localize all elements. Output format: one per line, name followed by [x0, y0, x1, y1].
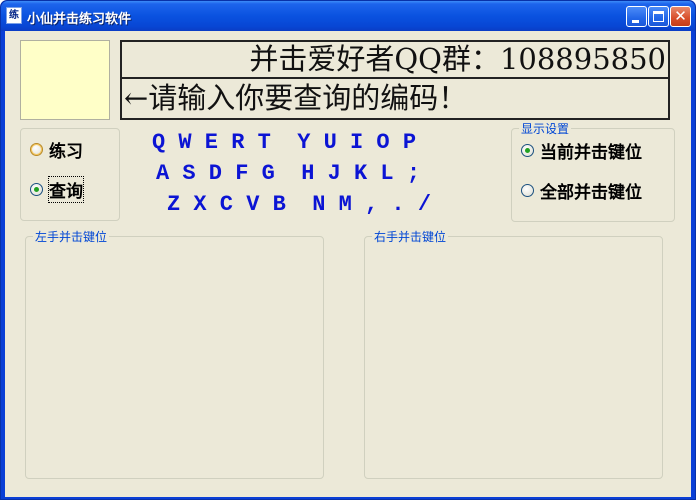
all-keys-radio[interactable] — [521, 183, 534, 197]
query-radio[interactable] — [30, 182, 43, 196]
qq-group-banner: 并击爱好者QQ群：108895850 — [120, 40, 670, 79]
left-hand-title: 左手并击键位 — [33, 230, 110, 244]
keyboard-row-bottom: Z X C V B N M , . / — [167, 192, 432, 217]
query-label: 查询 — [48, 175, 84, 203]
mode-option-practice[interactable]: 练习 — [30, 138, 83, 162]
current-keys-label: 当前并击键位 — [540, 142, 642, 163]
practice-label: 练习 — [49, 141, 83, 162]
keyboard-row-top: Q W E R T Y U I O P — [152, 130, 417, 155]
maximize-button[interactable] — [648, 6, 669, 27]
right-hand-title: 右手并击键位 — [372, 230, 449, 244]
minimize-button[interactable] — [626, 6, 647, 27]
minimize-icon — [632, 20, 639, 23]
client-area: 并击爱好者QQ群：108895850 ←请输入你要查询的编码！ 练习 查询 Q … — [5, 31, 691, 497]
close-icon: ✕ — [674, 7, 687, 25]
mode-group: 练习 查询 — [20, 128, 120, 221]
display-settings-title: 显示设置 — [519, 122, 572, 136]
all-keys-label: 全部并击键位 — [540, 182, 642, 203]
practice-radio[interactable] — [30, 142, 43, 156]
mode-option-query[interactable]: 查询 — [30, 175, 84, 203]
display-option-all[interactable]: 全部并击键位 — [521, 179, 642, 203]
display-option-current[interactable]: 当前并击键位 — [521, 139, 642, 163]
close-button[interactable]: ✕ — [670, 6, 691, 27]
prompt-banner: ←请输入你要查询的编码！ — [120, 79, 670, 120]
window-title: 小仙并击练习软件 — [27, 12, 132, 27]
title-bar[interactable]: 练 小仙并击练习软件 ✕ — [1, 1, 695, 31]
keyboard-row-home: A S D F G H J K L ; — [156, 161, 421, 186]
left-hand-group: 左手并击键位 — [25, 230, 324, 479]
current-keys-radio[interactable] — [521, 143, 534, 157]
maximize-icon — [653, 11, 664, 22]
input-display-box — [20, 40, 110, 120]
app-icon[interactable]: 练 — [6, 7, 22, 24]
right-hand-group: 右手并击键位 — [364, 230, 663, 479]
display-settings-group: 显示设置 当前并击键位 全部并击键位 — [511, 122, 675, 222]
app-window: 练 小仙并击练习软件 ✕ 并击爱好者QQ群：108895850 ←请输入你要查询… — [0, 0, 696, 500]
